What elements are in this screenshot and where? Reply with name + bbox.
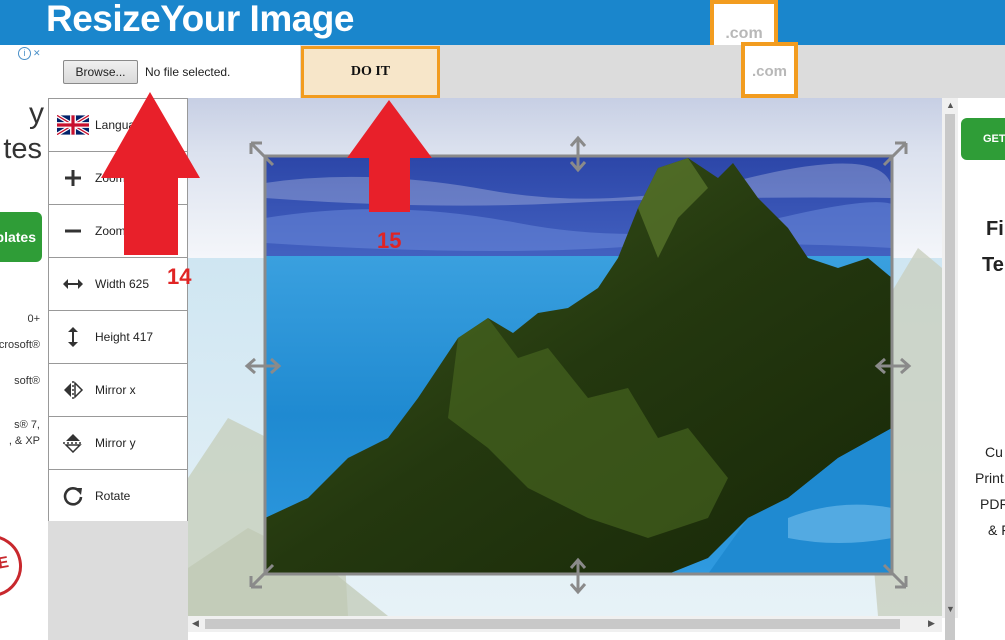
- annotation-arrow-15: [347, 100, 432, 212]
- annotation-arrow-14: [101, 92, 200, 255]
- annotation-label-14: 14: [167, 264, 192, 289]
- annotation-arrows: [101, 92, 432, 255]
- page: ResizeYour Image .com i✕ y tes plates 0+…: [0, 0, 1005, 640]
- annotation-label-15: 15: [377, 228, 402, 253]
